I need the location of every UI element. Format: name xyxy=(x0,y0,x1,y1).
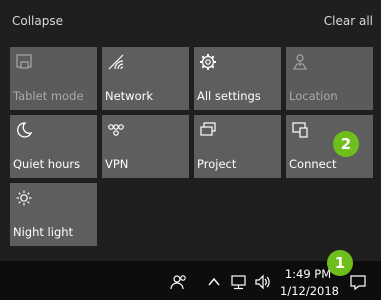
tile-label: Night light xyxy=(13,225,74,239)
tile-night-light[interactable]: Night light xyxy=(10,183,97,246)
tile-project[interactable]: Project xyxy=(194,115,281,178)
clear-all-link[interactable]: Clear all xyxy=(324,14,373,28)
tile-connect[interactable]: Connect 2 xyxy=(286,115,373,178)
network-icon xyxy=(108,54,124,70)
tile-all-settings[interactable]: All settings xyxy=(194,47,281,110)
step-badge: 2 xyxy=(333,131,359,157)
moon-icon xyxy=(17,122,33,138)
tile-vpn[interactable]: VPN xyxy=(102,115,189,178)
tile-location[interactable]: Location xyxy=(286,47,373,110)
collapse-link[interactable]: Collapse xyxy=(12,14,63,28)
taskbar: 1:49 PM 1/12/2018 xyxy=(0,261,381,300)
project-icon xyxy=(200,122,216,136)
action-center-header: Collapse Clear all xyxy=(0,0,381,40)
taskbar-clock[interactable]: 1:49 PM 1/12/2018 xyxy=(280,266,339,300)
clock-date: 1/12/2018 xyxy=(280,284,339,298)
tile-quiet-hours[interactable]: Quiet hours xyxy=(10,115,97,178)
tile-label: Location xyxy=(289,89,338,103)
tile-label: Network xyxy=(105,89,154,103)
location-icon xyxy=(293,54,307,70)
vpn-icon xyxy=(108,124,124,136)
step-badge: 1 xyxy=(327,250,353,276)
connect-icon xyxy=(292,122,308,138)
tablet-mode-icon xyxy=(16,54,32,69)
tile-label: Connect xyxy=(289,157,337,171)
night-light-icon xyxy=(16,190,32,206)
action-center-icon[interactable] xyxy=(349,273,367,291)
chevron-up-icon[interactable] xyxy=(205,273,223,291)
tile-label: VPN xyxy=(105,157,129,171)
network-icon[interactable] xyxy=(230,273,248,291)
tile-label: Quiet hours xyxy=(13,157,81,171)
tile-label: Tablet mode xyxy=(13,89,84,103)
people-icon[interactable] xyxy=(170,273,188,291)
tile-label: All settings xyxy=(197,89,261,103)
volume-icon[interactable] xyxy=(254,273,272,291)
gear-icon xyxy=(200,54,216,70)
tile-network[interactable]: Network xyxy=(102,47,189,110)
tile-label: Project xyxy=(197,157,237,171)
tile-tablet-mode[interactable]: Tablet mode xyxy=(10,47,97,110)
